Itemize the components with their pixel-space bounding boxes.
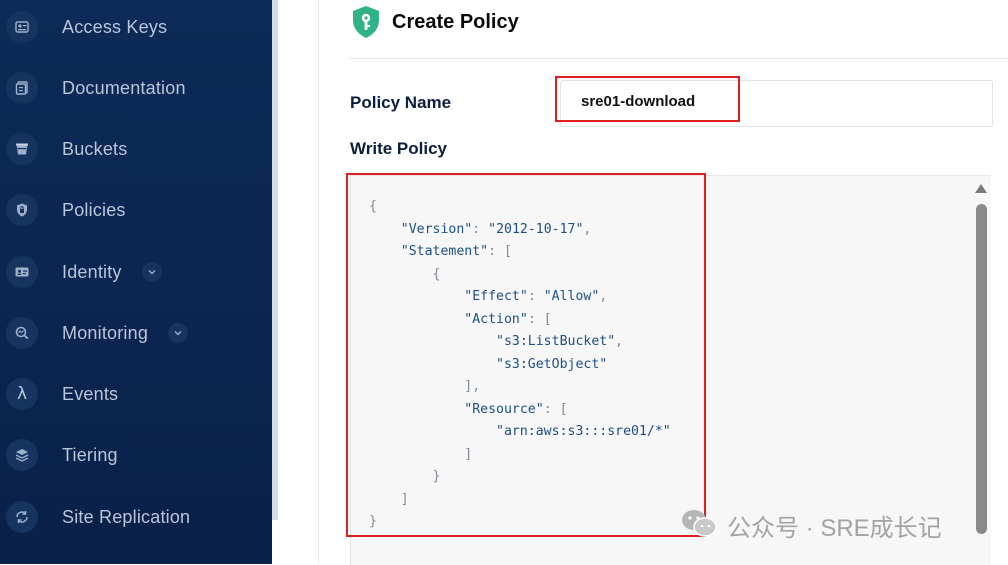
monitoring-icon (6, 317, 38, 349)
sidebar-item-label: Identity (62, 261, 122, 282)
scroll-up-arrow[interactable] (975, 184, 987, 193)
page-title: Create Policy (392, 11, 519, 33)
sidebar-item-label: Policies (62, 199, 126, 220)
highlight-box (555, 76, 740, 122)
chevron-down-icon[interactable] (142, 262, 162, 282)
sidebar-item-buckets[interactable]: Buckets (0, 127, 272, 171)
sidebar-item-label: Tiering (62, 444, 118, 465)
sidebar-item-label: Access Keys (62, 16, 168, 37)
sidebar-item-tiering[interactable]: Tiering (0, 433, 272, 477)
highlight-box (346, 173, 706, 537)
scrollbar-thumb[interactable] (976, 204, 987, 534)
sidebar-item-label: Monitoring (62, 322, 149, 343)
sidebar-item-policies[interactable]: Policies (0, 188, 272, 232)
tiering-icon (6, 439, 38, 471)
sidebar-item-documentation[interactable]: Documentation (0, 66, 272, 110)
sidebar-item-label: Buckets (62, 138, 128, 159)
documentation-icon (6, 72, 38, 104)
policies-icon (6, 194, 38, 226)
shield-key-icon (353, 6, 379, 38)
sidebar-divider-gap (272, 520, 278, 564)
sidebar-item-identity[interactable]: Identity (0, 250, 272, 294)
site-replication-icon (6, 501, 38, 533)
policy-name-label: Policy Name (350, 93, 452, 112)
sidebar-item-label: Site Replication (62, 506, 191, 527)
buckets-icon (6, 133, 38, 165)
sidebar: Access Keys Documentation Buckets Polici… (0, 0, 272, 564)
access-keys-icon (6, 11, 38, 43)
sidebar-item-monitoring[interactable]: Monitoring (0, 311, 272, 355)
write-policy-label: Write Policy (350, 139, 447, 158)
sidebar-item-label: Events (62, 383, 119, 404)
chevron-down-icon[interactable] (168, 323, 188, 343)
sidebar-item-label: Documentation (62, 77, 186, 98)
sidebar-item-site-replication[interactable]: Site Replication (0, 495, 272, 539)
header-divider (350, 58, 1008, 59)
watermark-text: 公众号 · SRE成长记 (727, 515, 942, 542)
sidebar-divider (272, 0, 278, 564)
identity-icon (6, 256, 38, 288)
sidebar-item-events[interactable]: λ Events (0, 372, 272, 416)
content-border (318, 0, 319, 564)
wechat-icon (682, 510, 717, 537)
sidebar-item-access-keys[interactable]: Access Keys (0, 5, 272, 49)
lambda-icon: λ (6, 378, 38, 410)
